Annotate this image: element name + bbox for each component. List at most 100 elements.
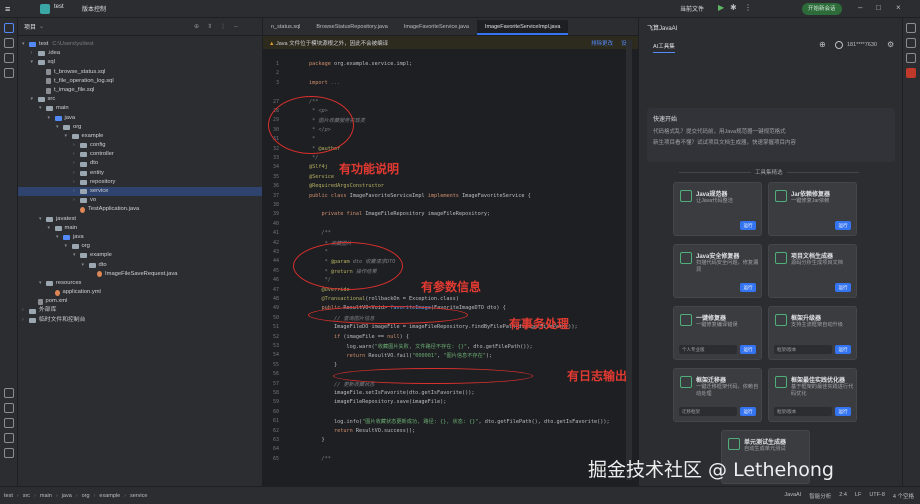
tree-row[interactable]: t_image_file.sql bbox=[18, 86, 262, 95]
chevron-right-icon[interactable]: › bbox=[73, 141, 80, 150]
status-item[interactable]: UTF-8 bbox=[869, 492, 885, 500]
locate-icon[interactable]: ⊕ bbox=[194, 23, 199, 30]
run-icon[interactable]: ▶ bbox=[718, 3, 724, 12]
chevron-down-icon[interactable]: ▾ bbox=[39, 279, 46, 288]
tree-row[interactable]: ▾ org bbox=[18, 242, 262, 251]
banner-action[interactable]: 排除更改 bbox=[591, 41, 613, 47]
breadcrumb-item[interactable]: src bbox=[23, 493, 30, 499]
chevron-down-icon[interactable]: ▾ bbox=[73, 251, 80, 260]
tree-row[interactable]: application.yml bbox=[18, 288, 262, 297]
minimize-icon[interactable]: – bbox=[858, 3, 862, 12]
status-item[interactable]: LF bbox=[855, 492, 861, 500]
chevron-down-icon[interactable]: ▾ bbox=[39, 104, 46, 113]
tool-card[interactable]: Java安全修复器 扫描代码安全问题，修复漏洞 运行 bbox=[673, 244, 762, 298]
tool-card[interactable]: 框架升级器 支持主流框架自动升级 框架/版本 运行 bbox=[768, 306, 857, 360]
options-icon[interactable]: ⋮ bbox=[220, 23, 226, 30]
settings-icon[interactable]: ⚙ bbox=[887, 40, 894, 49]
run-button[interactable]: 运行 bbox=[835, 283, 851, 292]
run-button[interactable]: 运行 bbox=[835, 345, 851, 354]
quick-start-line2[interactable]: 新生项目看不懂？试试项目文档生成器，快速掌握项目内容 bbox=[653, 138, 889, 146]
run-button[interactable]: 运行 bbox=[835, 221, 851, 230]
database-icon[interactable] bbox=[906, 38, 916, 48]
editor-tab[interactable]: ImageFavoriteService.java bbox=[396, 20, 477, 35]
terminal-tool-icon[interactable] bbox=[4, 418, 14, 428]
tree-row[interactable]: ▾ org bbox=[18, 123, 262, 132]
tree-row[interactable]: ▾ java bbox=[18, 114, 262, 123]
run-button[interactable]: 运行 bbox=[835, 407, 851, 416]
ai-tab[interactable]: AI工具集 bbox=[653, 42, 675, 53]
chevron-down-icon[interactable]: ⌄ bbox=[39, 23, 44, 30]
tree-row[interactable]: t_browse_status.sql bbox=[18, 68, 262, 77]
tool-select[interactable]: 个人专业版 bbox=[679, 345, 737, 354]
chevron-down-icon[interactable]: ▾ bbox=[56, 123, 63, 132]
chevron-down-icon[interactable]: ▾ bbox=[82, 261, 89, 270]
tree-row[interactable]: ▾ dto bbox=[18, 261, 262, 270]
chevron-right-icon[interactable]: › bbox=[73, 178, 80, 187]
vcs-branch[interactable]: 版本控制 bbox=[82, 4, 106, 13]
tree-row[interactable]: › controller bbox=[18, 150, 262, 159]
chevron-down-icon[interactable]: ▾ bbox=[31, 58, 38, 67]
tree-row[interactable]: ▾ example bbox=[18, 132, 262, 141]
new-session-button[interactable]: 开始新会话 bbox=[802, 3, 842, 15]
commit-tool-icon[interactable] bbox=[4, 38, 14, 48]
run-button[interactable]: 运行 bbox=[740, 345, 756, 354]
project-tool-icon[interactable] bbox=[4, 23, 14, 33]
ai-assistant-icon[interactable] bbox=[906, 68, 916, 78]
tree-row[interactable]: TestApplication.java bbox=[18, 205, 262, 214]
project-name[interactable]: test bbox=[54, 4, 64, 10]
tree-row[interactable]: › .idea bbox=[18, 49, 262, 58]
run-button[interactable]: 运行 bbox=[740, 283, 756, 292]
breadcrumb-item[interactable]: service bbox=[130, 493, 147, 499]
debug-icon[interactable]: ✱ bbox=[730, 3, 737, 12]
chevron-right-icon[interactable]: › bbox=[31, 49, 38, 58]
maximize-icon[interactable]: □ bbox=[876, 3, 881, 12]
chevron-right-icon[interactable]: › bbox=[73, 159, 80, 168]
breadcrumb-item[interactable]: main bbox=[40, 493, 52, 499]
tree-row[interactable]: ▾ main bbox=[18, 104, 262, 113]
main-menu-icon[interactable]: ≡ bbox=[5, 4, 15, 14]
chevron-right-icon[interactable]: › bbox=[73, 187, 80, 196]
chevron-down-icon[interactable]: ▾ bbox=[65, 132, 72, 141]
close-icon[interactable]: × bbox=[896, 3, 901, 12]
breadcrumb-item[interactable]: java bbox=[62, 493, 72, 499]
tree-row[interactable]: › 外部库 bbox=[18, 306, 262, 315]
chevron-down-icon[interactable]: ▾ bbox=[31, 95, 38, 104]
tool-card[interactable]: 项目文档生成器 源码分析生成项目文档 运行 bbox=[768, 244, 857, 298]
chevron-right-icon[interactable]: › bbox=[73, 169, 80, 178]
project-panel-title[interactable]: 项目 bbox=[24, 22, 36, 31]
editor-tab[interactable]: ImageFavoriteServiceImpl.java bbox=[476, 20, 569, 35]
run-config[interactable]: 当前文件 bbox=[680, 4, 704, 13]
project-badge[interactable] bbox=[40, 4, 50, 14]
breadcrumb-item[interactable]: test bbox=[4, 493, 13, 499]
editor-tab[interactable]: n_status.sql bbox=[263, 20, 308, 35]
chevron-right-icon[interactable]: › bbox=[73, 196, 80, 205]
quick-start-line1[interactable]: 代码格式乱？提交代码前，用Java规范器一键规范格式 bbox=[653, 127, 889, 135]
problems-tool-icon[interactable] bbox=[4, 433, 14, 443]
hide-icon[interactable]: – bbox=[234, 24, 237, 30]
collapse-icon[interactable]: ⇕ bbox=[207, 23, 212, 30]
tool-select[interactable]: 框架/版本 bbox=[774, 407, 832, 416]
status-item[interactable]: 智能分析 bbox=[809, 492, 831, 500]
run-tool-icon[interactable] bbox=[4, 403, 14, 413]
services-tool-icon[interactable] bbox=[4, 388, 14, 398]
chevron-down-icon[interactable]: ▾ bbox=[48, 224, 55, 233]
status-item[interactable]: 4 个空格 bbox=[893, 492, 914, 500]
tree-row[interactable]: ImageFileSaveRequest.java bbox=[18, 270, 262, 279]
tree-row[interactable]: ▾ resources bbox=[18, 279, 262, 288]
editor-tab[interactable]: BrowseStatusRepository.java bbox=[308, 20, 395, 35]
tree-row[interactable]: ▾ example bbox=[18, 251, 262, 260]
chevron-right-icon[interactable]: › bbox=[22, 316, 29, 325]
tree-row[interactable]: › entity bbox=[18, 169, 262, 178]
chevron-right-icon[interactable]: › bbox=[22, 306, 29, 315]
more-tools-icon[interactable] bbox=[4, 68, 14, 78]
notifications-icon[interactable] bbox=[906, 23, 916, 33]
breadcrumb-item[interactable]: example bbox=[99, 493, 120, 499]
tool-card[interactable]: Jar依赖修复器 一键修复Jar依赖 运行 bbox=[768, 182, 857, 236]
tool-card[interactable]: 一键修复器 一键修复编译错误 个人专业版 运行 bbox=[673, 306, 762, 360]
tree-row[interactable]: › vo bbox=[18, 196, 262, 205]
tree-row[interactable]: › config bbox=[18, 141, 262, 150]
add-icon[interactable]: ⊕ bbox=[819, 40, 826, 49]
breadcrumb-item[interactable]: org bbox=[82, 493, 90, 499]
chevron-down-icon[interactable]: ▾ bbox=[48, 114, 55, 123]
tree-row[interactable]: › dto bbox=[18, 159, 262, 168]
